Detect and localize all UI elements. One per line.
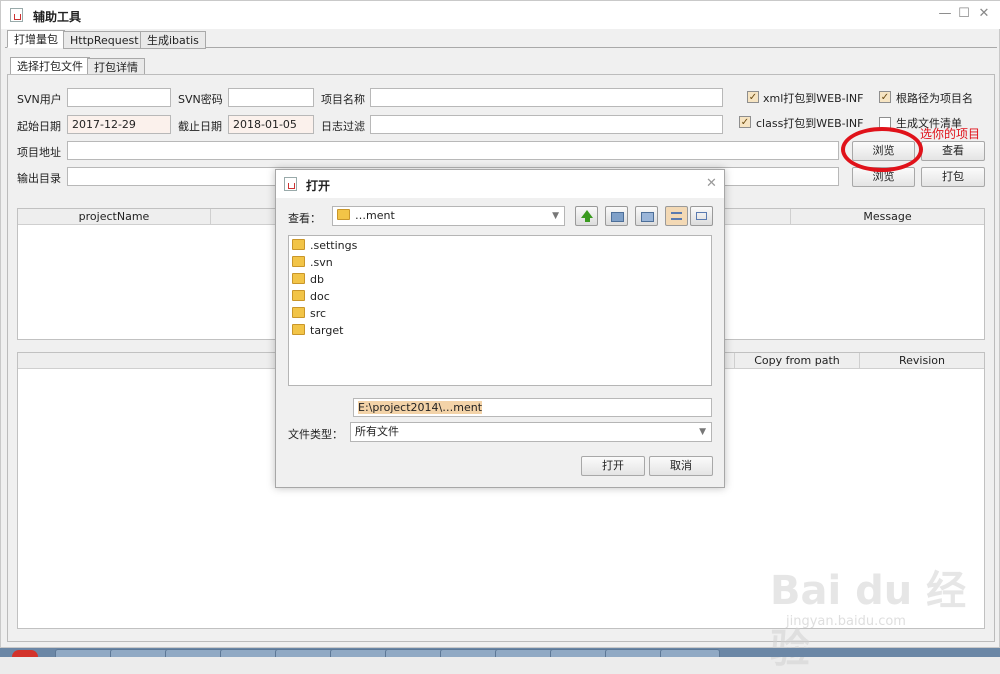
root-path-checkbox[interactable]: ✓ bbox=[879, 91, 891, 103]
end-date-input[interactable]: 2018-01-05 bbox=[228, 115, 314, 134]
filetype-value: 所有文件 bbox=[355, 425, 399, 438]
folder-icon bbox=[292, 324, 305, 335]
filename-input[interactable]: E:\project2014\…ment bbox=[353, 398, 712, 417]
dialog-close-icon[interactable]: ✕ bbox=[706, 176, 717, 191]
list-item[interactable]: .settings bbox=[292, 237, 357, 254]
log-filter-label: 日志过滤 bbox=[321, 120, 365, 133]
taskbar-item[interactable] bbox=[440, 649, 500, 657]
home-icon[interactable] bbox=[605, 206, 628, 226]
folder-icon bbox=[337, 209, 350, 220]
taskbar-item[interactable] bbox=[220, 649, 280, 657]
open-file-dialog: 打开 ✕ 查看： …ment ▼ .settings .svn db doc s… bbox=[275, 169, 725, 488]
project-path-input[interactable] bbox=[67, 141, 839, 160]
annotation-text: 选你的项目 bbox=[920, 127, 981, 141]
tab-select-files[interactable]: 选择打包文件 bbox=[10, 57, 90, 75]
xml-to-webinf-label: xml打包到WEB-INF bbox=[763, 92, 864, 105]
baidu-watermark-url: jingyan.baidu.com bbox=[786, 614, 906, 629]
folder-icon bbox=[292, 239, 305, 250]
folder-icon bbox=[292, 273, 305, 284]
tab-gen-ibatis[interactable]: 生成ibatis bbox=[140, 31, 206, 49]
table-header-revision[interactable]: Revision bbox=[860, 353, 984, 369]
start-icon[interactable] bbox=[12, 650, 38, 657]
close-icon[interactable]: ✕ bbox=[976, 6, 992, 22]
chevron-down-icon: ▼ bbox=[552, 211, 559, 221]
taskbar-item[interactable] bbox=[275, 649, 335, 657]
taskbar-item[interactable] bbox=[495, 649, 555, 657]
project-path-label: 项目地址 bbox=[17, 146, 61, 159]
table-header-message[interactable]: Message bbox=[791, 209, 984, 225]
end-date-label: 截止日期 bbox=[178, 120, 222, 133]
maximize-icon[interactable]: ☐ bbox=[956, 6, 972, 22]
svn-user-label: SVN用户 bbox=[17, 93, 62, 106]
xml-to-webinf-checkbox[interactable]: ✓ bbox=[747, 91, 759, 103]
class-to-webinf-label: class打包到WEB-INF bbox=[756, 117, 864, 130]
title-bar: 辅助工具 — ☐ ✕ bbox=[1, 1, 1000, 29]
java-dialog-icon bbox=[284, 177, 297, 191]
taskbar-item[interactable] bbox=[550, 649, 610, 657]
java-app-icon bbox=[10, 8, 23, 22]
start-date-label: 起始日期 bbox=[17, 120, 61, 133]
taskbar-item[interactable] bbox=[385, 649, 445, 657]
up-folder-icon[interactable] bbox=[575, 206, 598, 226]
taskbar-item[interactable] bbox=[165, 649, 225, 657]
new-folder-icon[interactable] bbox=[635, 206, 658, 226]
cancel-button[interactable]: 取消 bbox=[649, 456, 713, 476]
dialog-title: 打开 bbox=[306, 179, 331, 193]
svn-user-input[interactable] bbox=[67, 88, 171, 107]
list-item[interactable]: doc bbox=[292, 288, 330, 305]
log-filter-input[interactable] bbox=[370, 115, 723, 134]
filetype-combo[interactable]: 所有文件 ▼ bbox=[350, 422, 712, 442]
pack-button[interactable]: 打包 bbox=[921, 167, 985, 187]
project-name-label: 项目名称 bbox=[321, 93, 365, 106]
list-item[interactable]: db bbox=[292, 271, 324, 288]
highlight-circle bbox=[841, 127, 923, 172]
taskbar-item[interactable] bbox=[55, 649, 115, 657]
folder-icon bbox=[292, 256, 305, 267]
taskbar-item[interactable] bbox=[110, 649, 170, 657]
view-button[interactable]: 查看 bbox=[921, 141, 985, 161]
tab-incremental-pack[interactable]: 打增量包 bbox=[7, 30, 65, 48]
folder-icon bbox=[292, 290, 305, 301]
class-to-webinf-checkbox[interactable]: ✓ bbox=[739, 116, 751, 128]
taskbar-item[interactable] bbox=[660, 649, 720, 657]
svn-password-label: SVN密码 bbox=[178, 93, 223, 106]
open-button[interactable]: 打开 bbox=[581, 456, 645, 476]
minimize-icon[interactable]: — bbox=[937, 6, 953, 22]
window-title: 辅助工具 bbox=[33, 10, 82, 24]
list-view-icon[interactable] bbox=[665, 206, 688, 226]
list-item[interactable]: src bbox=[292, 305, 326, 322]
svn-password-input[interactable] bbox=[228, 88, 314, 107]
project-name-input[interactable] bbox=[370, 88, 723, 107]
folder-icon bbox=[292, 307, 305, 318]
file-list: .settings .svn db doc src target bbox=[288, 235, 712, 386]
taskbar-item[interactable] bbox=[605, 649, 665, 657]
start-date-input[interactable]: 2017-12-29 bbox=[67, 115, 171, 134]
table-header-copy-from[interactable]: Copy from path bbox=[735, 353, 860, 369]
root-path-label: 根路径为项目名 bbox=[896, 92, 973, 105]
tab-httprequest[interactable]: HttpRequest bbox=[63, 31, 146, 49]
filetype-label: 文件类型： bbox=[288, 428, 343, 441]
details-view-icon[interactable] bbox=[690, 206, 713, 226]
look-in-value: …ment bbox=[355, 209, 395, 222]
look-in-label: 查看： bbox=[288, 212, 321, 225]
list-item[interactable]: .svn bbox=[292, 254, 333, 271]
taskbar-item[interactable] bbox=[330, 649, 390, 657]
table-header-projectname[interactable]: projectName bbox=[18, 209, 211, 225]
output-dir-label: 输出目录 bbox=[17, 172, 61, 185]
chevron-down-icon: ▼ bbox=[699, 427, 706, 437]
look-in-combo[interactable]: …ment ▼ bbox=[332, 206, 565, 226]
filename-value: E:\project2014\…ment bbox=[358, 401, 483, 414]
dialog-title-bar: 打开 ✕ bbox=[276, 170, 724, 198]
list-item[interactable]: target bbox=[292, 322, 343, 339]
